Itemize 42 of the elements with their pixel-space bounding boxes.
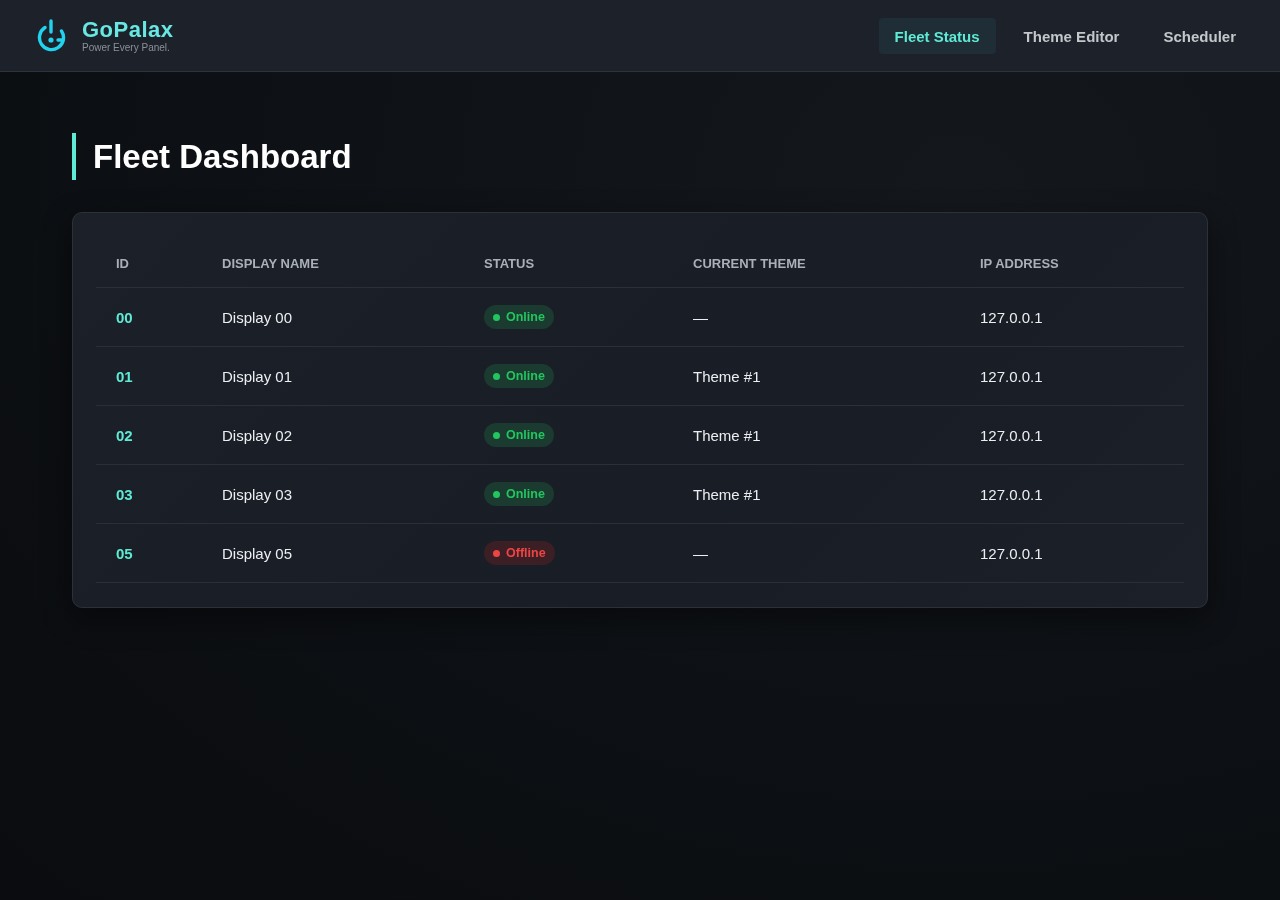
current-theme: Theme #1	[693, 367, 761, 385]
display-id: 03	[116, 485, 133, 503]
current-theme: Theme #1	[693, 485, 761, 503]
display-name: Display 05	[222, 544, 293, 562]
display-id: 00	[116, 308, 133, 326]
brand-name: GoPalax	[82, 17, 174, 42]
status-badge: Online	[484, 364, 554, 388]
display-name: Display 03	[222, 485, 293, 503]
ip-address: 127.0.0.1	[980, 426, 1043, 444]
current-theme: —	[693, 308, 708, 326]
nav-tab[interactable]: Fleet Status	[878, 17, 996, 54]
current-theme: Theme #1	[693, 426, 761, 444]
display-id: 05	[116, 544, 133, 562]
status-dot-icon	[493, 313, 500, 321]
page-title: Fleet Dashboard	[72, 133, 1208, 180]
ip-address: 127.0.0.1	[980, 367, 1043, 385]
column-header: IP ADDRESS	[960, 240, 1184, 288]
nav-tab[interactable]: Theme Editor	[1007, 17, 1136, 54]
column-header: DISPLAY NAME	[202, 240, 464, 288]
current-theme: —	[693, 544, 708, 562]
status-badge: Online	[484, 482, 554, 506]
ip-address: 127.0.0.1	[980, 544, 1043, 562]
nav-tab[interactable]: Scheduler	[1147, 17, 1252, 54]
status-dot-icon	[493, 549, 500, 557]
status-badge: Online	[484, 305, 554, 329]
display-name: Display 01	[222, 367, 293, 385]
display-id: 02	[116, 426, 133, 444]
display-name: Display 02	[222, 426, 293, 444]
logo-icon	[36, 18, 66, 53]
status-badge: Online	[484, 423, 554, 447]
status-dot-icon	[493, 490, 500, 498]
display-id: 01	[116, 367, 133, 385]
status-dot-icon	[493, 431, 500, 439]
column-header: CURRENT THEME	[673, 240, 960, 288]
column-header: STATUS	[464, 240, 673, 288]
status-badge: Offline	[484, 541, 555, 565]
display-name: Display 00	[222, 308, 293, 326]
status-dot-icon	[493, 372, 500, 380]
ip-address: 127.0.0.1	[980, 308, 1043, 326]
ip-address: 127.0.0.1	[980, 485, 1043, 503]
brand-tagline: Power Every Panel.	[82, 41, 171, 54]
column-header: ID	[96, 240, 202, 288]
